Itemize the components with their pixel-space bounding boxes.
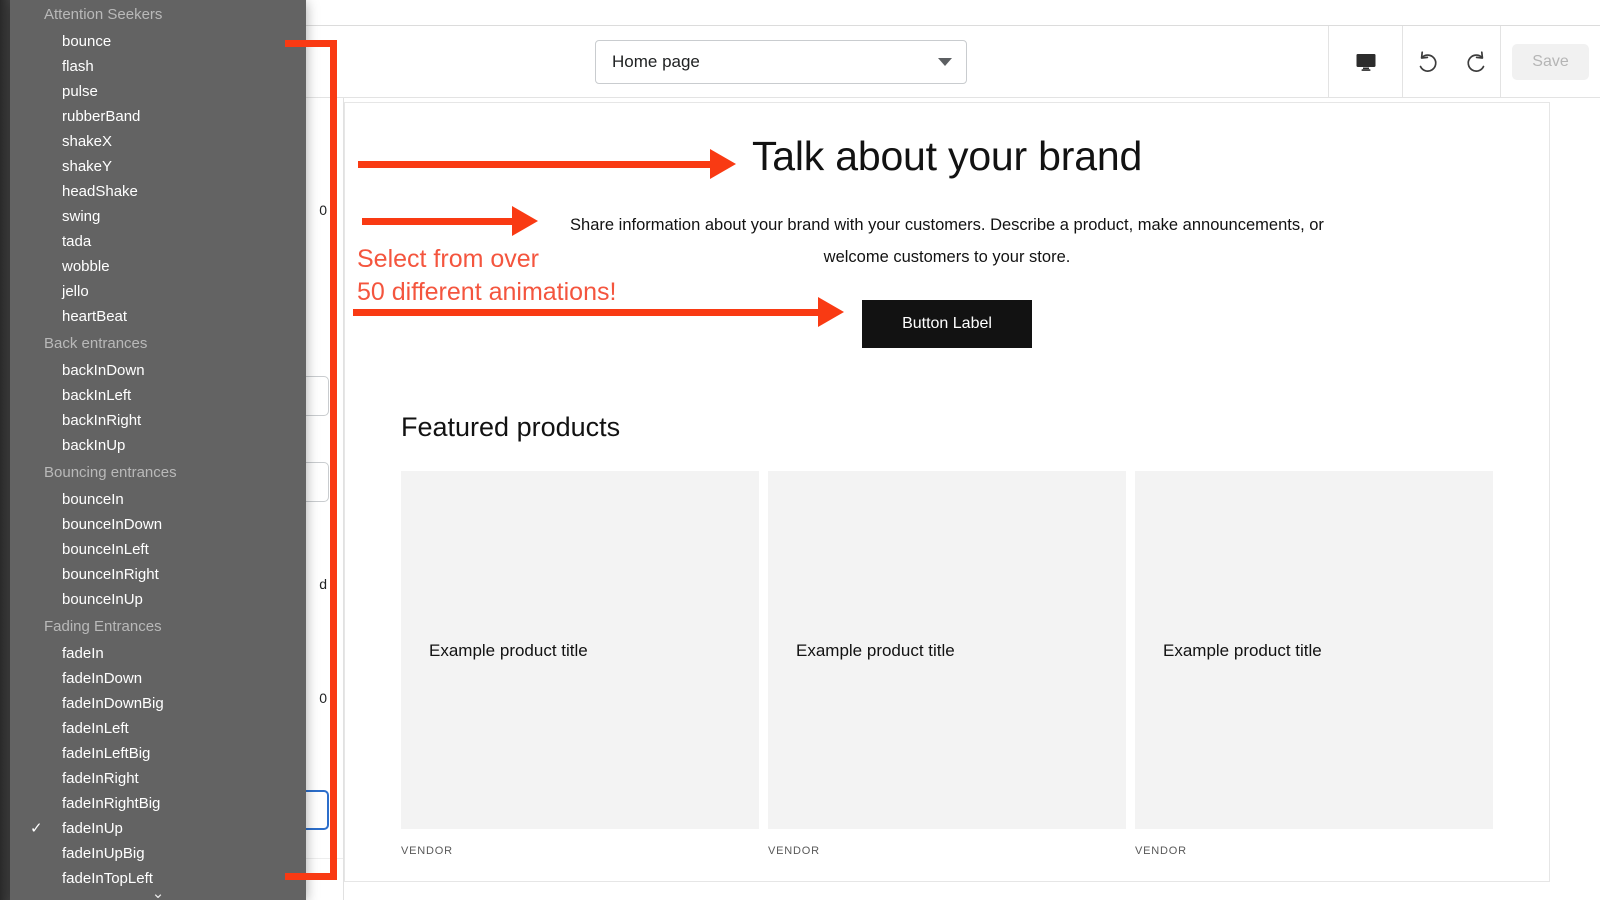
menu-group-label: Fading Entrances — [10, 612, 306, 641]
hero-subtitle: Share information about your brand with … — [537, 210, 1357, 273]
product-item[interactable]: Example product title VENDOR — [768, 471, 1126, 857]
redo-button[interactable] — [1457, 42, 1497, 82]
menu-item-fadeinleft[interactable]: fadeInLeft — [10, 716, 306, 741]
menu-group: Attention Seekers bounce flash pulse rub… — [10, 0, 306, 329]
menu-item-bounceinright[interactable]: bounceInRight — [10, 562, 306, 587]
theme-preview-canvas[interactable]: Talk about your brand Share information … — [344, 102, 1550, 882]
menu-item-flash[interactable]: flash — [10, 54, 306, 79]
hero-title: Talk about your brand — [345, 131, 1549, 182]
product-item[interactable]: Example product title VENDOR — [401, 471, 759, 857]
menu-item-fadeindownbig[interactable]: fadeInDownBig — [10, 691, 306, 716]
menu-item-shakey[interactable]: shakeY — [10, 154, 306, 179]
menu-item-fadeinup[interactable]: ✓ fadeInUp — [10, 816, 306, 841]
menu-item-fadeindown[interactable]: fadeInDown — [10, 666, 306, 691]
undo-icon — [1414, 49, 1440, 75]
menu-item-tada[interactable]: tada — [10, 229, 306, 254]
menu-item-label: fadeInUp — [62, 820, 123, 837]
product-title: Example product title — [1163, 641, 1322, 661]
menu-item-bouncein[interactable]: bounceIn — [10, 487, 306, 512]
menu-group: Fading Entrances fadeIn fadeInDown fadeI… — [10, 612, 306, 891]
menu-item-swing[interactable]: swing — [10, 204, 306, 229]
product-item[interactable]: Example product title VENDOR — [1135, 471, 1493, 857]
preview-group — [1328, 26, 1402, 98]
theme-editor-screen: Home page — [0, 0, 1600, 900]
page-select[interactable]: Home page — [595, 40, 967, 84]
product-vendor: VENDOR — [768, 845, 1126, 857]
product-image-placeholder: Example product title — [768, 471, 1126, 829]
setting-value-fragment: 0 — [319, 202, 327, 218]
menu-item-fadeinrightbig[interactable]: fadeInRightBig — [10, 791, 306, 816]
desktop-preview-icon — [1354, 50, 1378, 74]
history-group — [1402, 26, 1500, 98]
menu-item-backinleft[interactable]: backInLeft — [10, 383, 306, 408]
menu-item-wobble[interactable]: wobble — [10, 254, 306, 279]
save-group: Save — [1500, 26, 1600, 98]
featured-products-title: Featured products — [401, 412, 1493, 443]
menu-item-pulse[interactable]: pulse — [10, 79, 306, 104]
setting-value-fragment: d — [319, 576, 327, 592]
setting-value-fragment: 0 — [319, 690, 327, 706]
menu-group: Back entrances backInDown backInLeft bac… — [10, 329, 306, 458]
menu-group-label: Attention Seekers — [10, 0, 306, 29]
checkmark-icon: ✓ — [30, 816, 43, 841]
menu-item-rubberband[interactable]: rubberBand — [10, 104, 306, 129]
menu-item-backindown[interactable]: backInDown — [10, 358, 306, 383]
save-button[interactable]: Save — [1512, 44, 1588, 80]
animation-select-menu[interactable]: Attention Seekers bounce flash pulse rub… — [10, 0, 306, 900]
product-vendor: VENDOR — [401, 845, 759, 857]
menu-item-backinright[interactable]: backInRight — [10, 408, 306, 433]
undo-button[interactable] — [1407, 42, 1447, 82]
featured-products-section: Featured products Example product title … — [345, 412, 1549, 857]
product-image-placeholder: Example product title — [1135, 471, 1493, 829]
menu-item-bounceindown[interactable]: bounceInDown — [10, 512, 306, 537]
hero-section: Talk about your brand Share information … — [345, 103, 1549, 348]
product-title: Example product title — [429, 641, 588, 661]
menu-item-jello[interactable]: jello — [10, 279, 306, 304]
menu-item-fadein[interactable]: fadeIn — [10, 641, 306, 666]
chevron-down-icon — [938, 58, 952, 66]
menu-group: Bouncing entrances bounceIn bounceInDown… — [10, 458, 306, 612]
product-title: Example product title — [796, 641, 955, 661]
menu-item-bounceinleft[interactable]: bounceInLeft — [10, 537, 306, 562]
menu-item-backinup[interactable]: backInUp — [10, 433, 306, 458]
menu-group-label: Back entrances — [10, 329, 306, 358]
product-vendor: VENDOR — [1135, 845, 1493, 857]
menu-item-bounce[interactable]: bounce — [10, 29, 306, 54]
menu-item-bounceinup[interactable]: bounceInUp — [10, 587, 306, 612]
menu-item-headshake[interactable]: headShake — [10, 179, 306, 204]
hero-cta-button[interactable]: Button Label — [862, 300, 1032, 348]
menu-group-label: Bouncing entrances — [10, 458, 306, 487]
product-image-placeholder: Example product title — [401, 471, 759, 829]
toolbar-right-group: Save — [1328, 26, 1600, 98]
menu-item-heartbeat[interactable]: heartBeat — [10, 304, 306, 329]
menu-item-shakex[interactable]: shakeX — [10, 129, 306, 154]
redo-icon — [1464, 49, 1490, 75]
menu-item-fadeinleftbig[interactable]: fadeInLeftBig — [10, 741, 306, 766]
menu-item-fadeinupbig[interactable]: fadeInUpBig — [10, 841, 306, 866]
product-grid: Example product title VENDOR Example pro… — [401, 471, 1493, 857]
menu-scroll-down-icon[interactable]: ⌄ — [10, 884, 306, 900]
page-select-value: Home page — [612, 52, 938, 72]
desktop-preview-button[interactable] — [1346, 42, 1386, 82]
menu-item-fadeinright[interactable]: fadeInRight — [10, 766, 306, 791]
